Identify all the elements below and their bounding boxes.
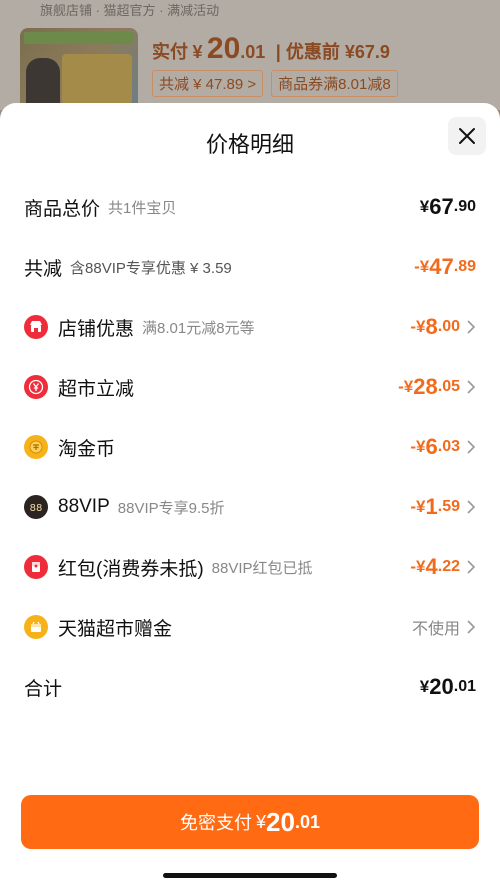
amount-int: 67 — [429, 194, 454, 219]
amount-int: 47 — [429, 254, 454, 279]
amount-currency: -¥ — [410, 557, 426, 576]
row-label: 超市立减 — [58, 378, 135, 400]
row-label: 88VIP — [58, 496, 110, 517]
row-goods-total: 商品总价 共1件宝贝 ¥67.90 — [0, 177, 500, 237]
row-total-reduction: 共减 含88VIP专享优惠 ¥ 3.59 -¥ 47.89 — [0, 237, 500, 297]
yen-circle-icon — [24, 375, 48, 399]
row-tmall-bonus[interactable]: 天猫超市赠金 不使用 — [0, 597, 500, 657]
row-taojinbi[interactable]: 淘金币 -¥ 6.03 — [0, 417, 500, 477]
row-amount: -¥ 28.05 — [398, 374, 476, 400]
row-label: 淘金币 — [58, 438, 116, 460]
amount-dec: .90 — [453, 198, 476, 215]
price-label: 实付 — [152, 42, 188, 62]
row-label: 商品总价 — [24, 198, 101, 220]
amount-dec: .59 — [437, 498, 460, 515]
row-supermarket-reduce[interactable]: 超市立减 -¥ 28.05 — [0, 357, 500, 417]
amount-currency: -¥ — [410, 437, 426, 456]
amount-int: 8 — [425, 314, 438, 339]
row-amount: -¥ 1.59 — [410, 494, 476, 520]
amount-dec: .00 — [437, 318, 460, 335]
svg-text:88: 88 — [30, 503, 43, 513]
price-dec: .01 — [240, 42, 266, 62]
password-free-pay-button[interactable]: 免密支付 ¥20.01 — [21, 795, 479, 849]
gold-coin-icon — [24, 435, 48, 459]
amount-int: 4 — [425, 554, 438, 579]
red-packet-icon — [24, 555, 48, 579]
amount-currency: -¥ — [398, 377, 414, 396]
thumbnail-banner — [24, 32, 134, 44]
product-thumbnail — [20, 28, 138, 110]
amount-dec: .05 — [437, 378, 460, 395]
pay-button-dec: .01 — [294, 811, 320, 832]
row-amount: -¥ 4.22 — [410, 554, 476, 580]
row-label: 合计 — [24, 678, 63, 700]
shop-icon — [24, 315, 48, 339]
row-label: 店铺优惠 — [58, 318, 135, 340]
amount-dec: .03 — [437, 438, 460, 455]
row-sub: 满8.01元减8元等 — [142, 319, 255, 337]
original-price: | 优惠前 ¥67.9 — [275, 42, 390, 62]
row-red-packet[interactable]: 红包(消费券未抵) 88VIP红包已抵 -¥ 4.22 — [0, 537, 500, 597]
chevron-right-icon — [467, 620, 476, 634]
price-detail-sheet: 价格明细 商品总价 共1件宝贝 ¥67.90 共减 含88VIP专享优惠 ¥ 3… — [0, 103, 500, 885]
amount-currency: ¥ — [419, 677, 430, 696]
amount-currency: ¥ — [419, 197, 430, 216]
sheet-title: 价格明细 — [205, 132, 294, 157]
price-int: 20 — [206, 32, 241, 65]
close-icon — [459, 128, 475, 144]
row-label: 红包(消费券未抵) — [58, 558, 204, 580]
vip88-icon: 88 — [24, 495, 48, 519]
pay-button-label: 免密支付 — [180, 813, 253, 833]
row-amount: -¥ 8.00 — [410, 314, 476, 340]
chevron-right-icon — [467, 440, 476, 454]
row-value: 不使用 — [412, 615, 476, 639]
amount-int: 20 — [429, 674, 454, 699]
amount-int: 6 — [425, 434, 438, 459]
amount-int: 1 — [425, 494, 438, 519]
pay-button-int: 20 — [266, 806, 295, 837]
row-amount: ¥20.01 — [420, 674, 476, 700]
row-total: 合计 ¥20.01 — [0, 657, 500, 717]
background-tags: 共减 ¥ 47.89 > 商品券满8.01减8 — [152, 70, 398, 97]
row-shop-discount[interactable]: 店铺优惠 满8.01元减8元等 -¥ 8.00 — [0, 297, 500, 357]
amount-currency: -¥ — [410, 317, 426, 336]
background-price: 实付 ¥ 20.01 | 优惠前 ¥67.9 — [152, 32, 390, 66]
row-sub: 88VIP专享9.5折 — [117, 499, 225, 517]
row-sub: 共1件宝贝 — [108, 199, 177, 217]
amount-dec: .89 — [453, 258, 476, 275]
background-top-line: ᅟ旗舰店铺 · 猫超官方 · 满减活动 — [28, 3, 220, 18]
price-currency: ¥ — [192, 42, 203, 62]
background-order-header: ᅟ旗舰店铺 · 猫超官方 · 满减活动 实付 ¥ 20.01 | 优惠前 ¥67… — [0, 0, 500, 110]
row-amount: ¥67.90 — [420, 194, 476, 220]
home-indicator — [163, 873, 337, 878]
amount-dec: .01 — [453, 678, 476, 695]
row-sub: 88VIP红包已抵 — [211, 559, 313, 577]
amount-currency: -¥ — [414, 257, 430, 276]
chevron-right-icon — [467, 320, 476, 334]
not-use-text: 不使用 — [411, 621, 460, 638]
chevron-right-icon — [467, 500, 476, 514]
chevron-right-icon — [467, 380, 476, 394]
close-button[interactable] — [448, 117, 486, 155]
amount-currency: -¥ — [410, 497, 426, 516]
row-label: 天猫超市赠金 — [58, 618, 173, 640]
coupon-tag: 商品券满8.01减8 — [271, 70, 398, 97]
chevron-right-icon — [467, 560, 476, 574]
total-reduce-tag: 共减 ¥ 47.89 > — [152, 70, 264, 97]
row-amount: -¥ 6.03 — [410, 434, 476, 460]
row-label: 共减 — [24, 258, 63, 280]
amount-dec: .22 — [437, 558, 460, 575]
row-sub: 含88VIP专享优惠 ¥ 3.59 — [70, 259, 232, 277]
row-amount: -¥ 47.89 — [414, 254, 476, 280]
amount-int: 28 — [413, 374, 438, 399]
gift-bonus-icon — [24, 615, 48, 639]
row-88vip[interactable]: 88 88VIP 88VIP专享9.5折 -¥ 1.59 — [0, 477, 500, 537]
thumbnail-product-box — [62, 54, 132, 104]
pay-button-currency: ¥ — [256, 811, 267, 832]
